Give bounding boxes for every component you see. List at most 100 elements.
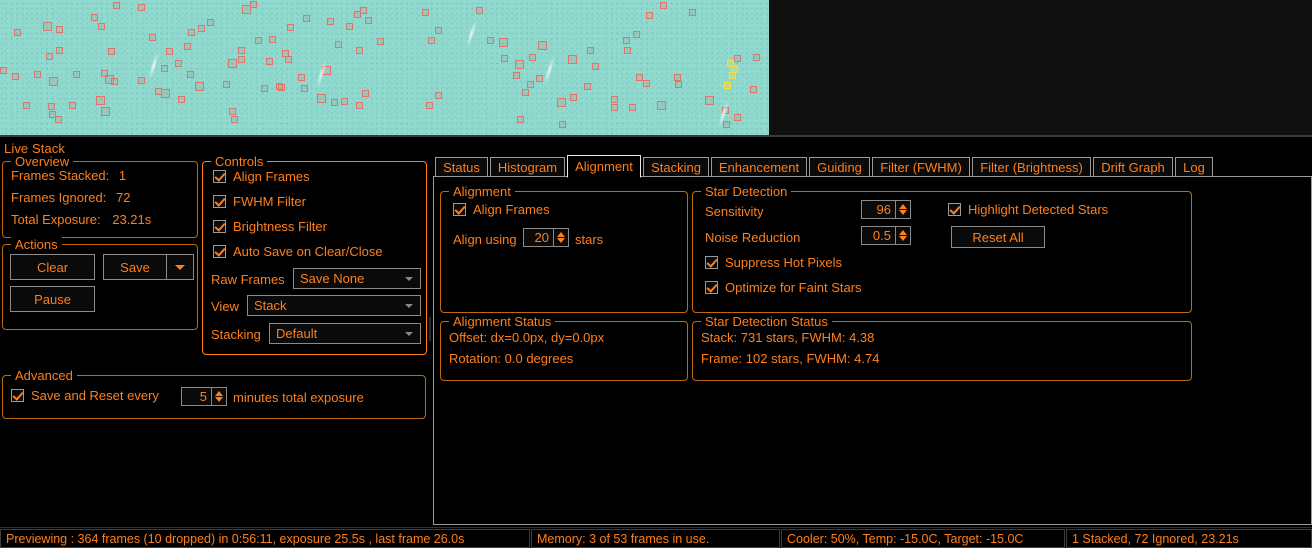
raw-frames-label: Raw Frames — [211, 272, 285, 287]
detected-star-marker — [317, 94, 326, 103]
optimize-for-faint-stars-checkbox[interactable] — [705, 281, 718, 294]
sensitivity-stepper[interactable]: 96 — [861, 200, 911, 219]
stepper-up-icon[interactable] — [899, 230, 907, 235]
highlight-detected-stars-checkbox[interactable] — [948, 203, 961, 216]
tab-alignment[interactable]: Alignment — [567, 155, 641, 178]
detected-star-marker — [362, 90, 369, 97]
view-select[interactable]: Stack — [247, 295, 421, 316]
alignment-align-frames-row[interactable]: Align Frames — [453, 202, 550, 217]
star-detection-group-title: Star Detection — [701, 184, 792, 199]
stepper-up-icon[interactable] — [557, 232, 565, 237]
detected-star-marker — [14, 29, 21, 36]
detected-star-marker — [360, 7, 367, 14]
pause-button[interactable]: Pause — [10, 286, 95, 312]
stepper-down-icon[interactable] — [899, 236, 907, 241]
detected-star-marker — [261, 85, 268, 92]
tab-content-alignment: Alignment Align Frames Align using 20 st… — [433, 177, 1312, 525]
frames-ignored-row: Frames Ignored: 72 — [11, 190, 130, 205]
detected-star-marker — [23, 102, 30, 109]
reset-all-button[interactable]: Reset All — [951, 226, 1045, 248]
detected-star-marker — [501, 55, 508, 62]
tab-log[interactable]: Log — [1175, 157, 1213, 177]
detected-star-marker — [303, 15, 310, 22]
noise-reduction-value: 0.5 — [872, 228, 891, 243]
save-dropdown-button[interactable] — [166, 254, 194, 280]
tab-enhancement[interactable]: Enhancement — [711, 157, 807, 177]
suppress-hot-pixels-checkbox[interactable] — [705, 256, 718, 269]
brightness-filter-checkbox-row[interactable]: Brightness Filter — [213, 219, 327, 234]
detected-star-marker — [266, 58, 273, 65]
detected-star-marker — [753, 54, 760, 61]
detected-star-marker — [161, 65, 168, 72]
detected-star-marker — [250, 1, 257, 8]
controls-group: Controls Align Frames FWHM Filter Bright… — [202, 154, 427, 355]
brightness-filter-checkbox[interactable] — [213, 220, 226, 233]
detected-star-marker — [255, 37, 262, 44]
alignment-rotation-text: Rotation: 0.0 degrees — [449, 351, 574, 366]
tab-filter-brightness[interactable]: Filter (Brightness) — [972, 157, 1091, 177]
stepper-up-icon[interactable] — [899, 204, 907, 209]
detected-star-marker — [705, 96, 714, 105]
bright-star-marker — [724, 82, 731, 89]
stepper-down-icon[interactable] — [215, 397, 223, 402]
detected-star-marker — [584, 83, 591, 90]
align-using-stepper-buttons[interactable] — [553, 229, 568, 246]
save-reset-minutes-stepper[interactable]: 5 — [181, 387, 227, 406]
detected-star-marker — [341, 98, 348, 105]
auto-save-checkbox-row[interactable]: Auto Save on Clear/Close — [213, 244, 383, 259]
save-reset-minutes-stepper-buttons[interactable] — [211, 388, 226, 405]
alignment-align-frames-label: Align Frames — [473, 202, 550, 217]
sensitivity-stepper-buttons[interactable] — [895, 201, 910, 218]
raw-frames-select[interactable]: Save None — [293, 268, 421, 289]
detected-star-marker — [207, 19, 214, 26]
live-stack-preview-image[interactable] — [0, 0, 769, 135]
detected-star-marker — [435, 27, 442, 34]
align-frames-checkbox-row[interactable]: Align Frames — [213, 169, 310, 184]
detected-star-marker — [611, 96, 618, 103]
detected-star-marker — [529, 54, 536, 61]
detected-star-marker — [101, 107, 110, 116]
detected-star-marker — [646, 12, 653, 19]
auto-save-on-clear-close-checkbox[interactable] — [213, 245, 226, 258]
stepper-up-icon[interactable] — [215, 391, 223, 396]
view-value: Stack — [254, 298, 287, 313]
suppress-hot-pixels-row[interactable]: Suppress Hot Pixels — [705, 255, 842, 270]
align-frames-checkbox[interactable] — [213, 170, 226, 183]
detected-star-marker — [559, 121, 566, 128]
align-using-stars-stepper[interactable]: 20 — [523, 228, 569, 247]
save-and-reset-checkbox-row[interactable]: Save and Reset every — [11, 388, 159, 403]
clear-button[interactable]: Clear — [10, 254, 95, 280]
detected-star-marker — [522, 89, 529, 96]
stepper-down-icon[interactable] — [899, 210, 907, 215]
tab-guiding[interactable]: Guiding — [809, 157, 870, 177]
highlight-detected-stars-row[interactable]: Highlight Detected Stars — [948, 202, 1108, 217]
optimize-faint-stars-row[interactable]: Optimize for Faint Stars — [705, 280, 862, 295]
fwhm-filter-checkbox-row[interactable]: FWHM Filter — [213, 194, 306, 209]
stepper-down-icon[interactable] — [557, 238, 565, 243]
tab-stacking[interactable]: Stacking — [643, 157, 709, 177]
alignment-status-group: Alignment Status Offset: dx=0.0px, dy=0.… — [440, 314, 688, 381]
detected-star-marker — [734, 55, 741, 62]
detected-star-marker — [499, 38, 508, 47]
alignment-align-frames-checkbox[interactable] — [453, 203, 466, 216]
noise-reduction-stepper[interactable]: 0.5 — [861, 226, 911, 245]
tab-strip: Status Histogram Alignment Stacking Enhancem… — [433, 155, 1312, 178]
tab-status[interactable]: Status — [435, 157, 488, 177]
tab-drift-graph[interactable]: Drift Graph — [1093, 157, 1173, 177]
raw-frames-value: Save None — [300, 271, 365, 286]
noise-reduction-stepper-buttons[interactable] — [895, 227, 910, 244]
panel-splitter[interactable] — [428, 137, 432, 525]
stacking-select[interactable]: Default — [269, 323, 421, 344]
detected-star-marker — [161, 89, 170, 98]
detected-star-marker — [269, 36, 276, 43]
save-button[interactable]: Save — [103, 254, 167, 280]
detected-star-marker — [69, 102, 76, 109]
detected-star-marker — [0, 67, 7, 74]
detected-star-marker — [356, 47, 363, 54]
chevron-down-icon — [405, 276, 413, 281]
alignment-status-group-title: Alignment Status — [449, 314, 556, 329]
fwhm-filter-checkbox[interactable] — [213, 195, 226, 208]
tab-histogram[interactable]: Histogram — [490, 157, 565, 177]
save-and-reset-checkbox[interactable] — [11, 389, 24, 402]
tab-filter-fwhm[interactable]: Filter (FWHM) — [872, 157, 970, 177]
